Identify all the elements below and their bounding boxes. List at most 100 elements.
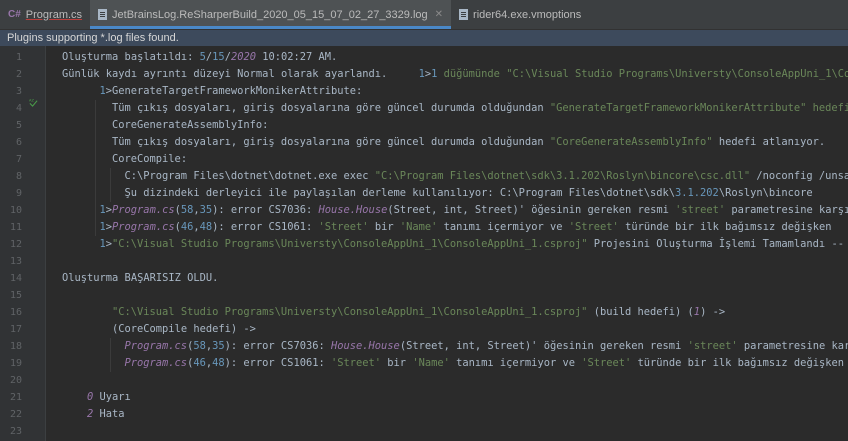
log-token: 58 xyxy=(180,204,194,216)
log-token: Oluşturma BAŞARISIZ OLDU. xyxy=(62,272,219,284)
log-token: "C:\Program Files\dotnet\sdk\3.1.202\Ros… xyxy=(374,170,751,182)
line-number: 4 xyxy=(15,103,22,114)
log-token: "C:\Visual Studio Programs\Universty\Con… xyxy=(112,238,588,250)
log-line: Tüm çıkış dosyaları, giriş dosyalarına g… xyxy=(112,134,825,151)
log-line: Oluşturma başlatıldı: 5/15/2020 10:02:27… xyxy=(62,49,337,66)
log-token: 48 xyxy=(212,357,225,369)
log-line: CoreGenerateAssemblyInfo: xyxy=(112,117,268,134)
log-token: 48 xyxy=(199,221,213,233)
log-token: >GenerateTargetFrameworkMonikerAttribute… xyxy=(105,85,363,97)
line-number: 17 xyxy=(9,324,22,335)
log-token: 'street' xyxy=(687,340,738,352)
log-token: ): error CS7036: xyxy=(224,340,331,352)
log-token: Günlük kaydı ayrıntı düzeyi Normal olara… xyxy=(62,68,419,80)
log-token: 'Street' xyxy=(568,221,619,233)
log-token: "CoreGenerateAssemblyInfo" xyxy=(549,136,719,148)
log-token: ): error CS1061: xyxy=(224,357,331,369)
log-token: /noconfig /unsafe- xyxy=(756,170,848,182)
log-token: 3.1.202 xyxy=(675,187,719,199)
log-line: Program.cs(46,48): error CS1061: 'Street… xyxy=(125,355,844,372)
log-line: Program.cs(58,35): error CS7036: House.H… xyxy=(125,338,848,355)
log-token: Program.cs xyxy=(124,357,188,369)
log-token: "GenerateTargetFrameworkMonikerAttribute… xyxy=(549,102,848,114)
line-number: 12 xyxy=(9,239,22,250)
log-token: Program.cs xyxy=(112,204,175,216)
log-token: türünde bir ilk bağımsız değişken xyxy=(631,357,844,369)
log-line: 1>GenerateTargetFrameworkMonikerAttribut… xyxy=(100,83,363,100)
log-line: Günlük kaydı ayrıntı düzeyi Normal olara… xyxy=(62,66,848,83)
close-icon[interactable]: ✕ xyxy=(435,9,443,20)
log-token: 15 xyxy=(212,51,225,63)
log-token: "C:\Visual Studio Programs\Universty\Con… xyxy=(112,306,588,318)
tab-label: Program.cs xyxy=(25,8,83,21)
tab-label: JetBrainsLog.ReSharperBuild_2020_05_15_0… xyxy=(112,8,428,21)
log-line: 2 Hata xyxy=(87,406,125,423)
line-number: 19 xyxy=(9,358,22,369)
log-token: 'Name' xyxy=(399,221,438,233)
log-token: CoreGenerateAssemblyInfo: xyxy=(112,119,269,131)
tab-vmoptions[interactable]: rider64.exe.vmoptions xyxy=(451,0,589,29)
log-token: 'Street' xyxy=(581,357,632,369)
log-token: 35 xyxy=(212,340,225,352)
log-token: Tüm çıkış dosyaları, giriş dosyalarına g… xyxy=(112,102,550,114)
line-number: 15 xyxy=(9,290,22,301)
log-token: C:\Program Files\dotnet\dotnet.exe exec xyxy=(124,170,375,182)
log-token: 'Street' xyxy=(318,221,369,233)
log-token: Tüm çıkış dosyaları, giriş dosyalarına g… xyxy=(112,136,550,148)
log-token: 10:02:27 AM. xyxy=(255,51,338,63)
log-token: 'Name' xyxy=(412,357,450,369)
log-token: Hata xyxy=(93,408,125,420)
log-line: Oluşturma BAŞARISIZ OLDU. xyxy=(62,270,218,287)
log-token: türünde bir ilk bağımsız değişken xyxy=(618,221,832,233)
log-line: C:\Program Files\dotnet\dotnet.exe exec … xyxy=(125,168,848,185)
log-token: (Street, int, Street)' öğesinin gereken … xyxy=(399,340,688,352)
line-number: 10 xyxy=(9,205,22,216)
log-line: CoreCompile: xyxy=(112,151,187,168)
csharp-file-icon: C# xyxy=(8,9,21,20)
log-token: (Street, int, Street)' öğesinin gereken … xyxy=(387,204,676,216)
line-number-gutter: AZ 1 2 3 4 5 6 7 8 9 10 11 12 13 14 15 16 17 18 19 20 21 22 23 xyxy=(0,46,46,441)
log-token: House.House xyxy=(318,204,388,216)
log-token: 58 xyxy=(193,340,206,352)
log-token: tanımı içermiyor ve xyxy=(449,357,582,369)
log-line: "C:\Visual Studio Programs\Universty\Con… xyxy=(112,304,725,321)
line-number: 1 xyxy=(15,52,22,63)
line-number: 16 xyxy=(9,307,22,318)
line-number: 3 xyxy=(15,86,22,97)
line-number: 7 xyxy=(15,154,22,165)
indent-guide xyxy=(110,168,111,202)
log-token: tanımı içermiyor ve xyxy=(437,221,569,233)
log-line: (CoreCompile hedefi) -> xyxy=(112,321,256,338)
sort-icon[interactable]: AZ xyxy=(29,98,38,107)
log-token: Uyarı xyxy=(93,391,131,403)
log-line: Şu dizindeki derleyici ile paylaşılan de… xyxy=(125,185,813,202)
log-token: CoreCompile: xyxy=(112,153,188,165)
line-number: 5 xyxy=(15,120,22,131)
text-file-icon xyxy=(459,9,469,20)
log-token: bir xyxy=(368,221,400,233)
log-token: \Roslyn\bincore xyxy=(718,187,813,199)
log-token: Oluşturma başlatıldı: xyxy=(62,51,200,63)
line-number: 2 xyxy=(15,69,22,80)
log-token: ) -> xyxy=(700,306,726,318)
log-line: Tüm çıkış dosyaları, giriş dosyalarına g… xyxy=(112,100,848,117)
log-token: düğümünde "C:\Visual Studio Programs\Uni… xyxy=(443,68,848,80)
plugins-banner[interactable]: Plugins supporting *.log files found. xyxy=(0,30,848,46)
editor-tab-bar: C# Program.cs JetBrainsLog.ReSharperBuil… xyxy=(0,0,848,30)
log-token: 35 xyxy=(199,204,213,216)
line-number: 6 xyxy=(15,137,22,148)
log-token: (CoreCompile hedefi) -> xyxy=(112,323,256,335)
tab-log-file[interactable]: JetBrainsLog.ReSharperBuild_2020_05_15_0… xyxy=(90,0,452,29)
line-number: 14 xyxy=(9,273,22,284)
log-token: 'street' xyxy=(675,204,726,216)
line-number: 20 xyxy=(9,375,22,386)
log-token: Projesini Oluşturma İşlemi Tamamlandı -- xyxy=(587,238,844,250)
log-token: 46 xyxy=(180,221,194,233)
tab-program-cs[interactable]: C# Program.cs xyxy=(0,0,90,29)
log-line: 1>Program.cs(46,48): error CS1061: 'Stre… xyxy=(100,219,832,236)
log-line: 1>Program.cs(58,35): error CS7036: House… xyxy=(100,202,848,219)
log-line: 1>"C:\Visual Studio Programs\Universty\C… xyxy=(100,236,844,253)
line-number: 18 xyxy=(9,341,22,352)
editor-content[interactable]: Oluşturma başlatıldı: 5/15/2020 10:02:27… xyxy=(46,46,848,441)
log-token: 2020 xyxy=(230,51,256,63)
